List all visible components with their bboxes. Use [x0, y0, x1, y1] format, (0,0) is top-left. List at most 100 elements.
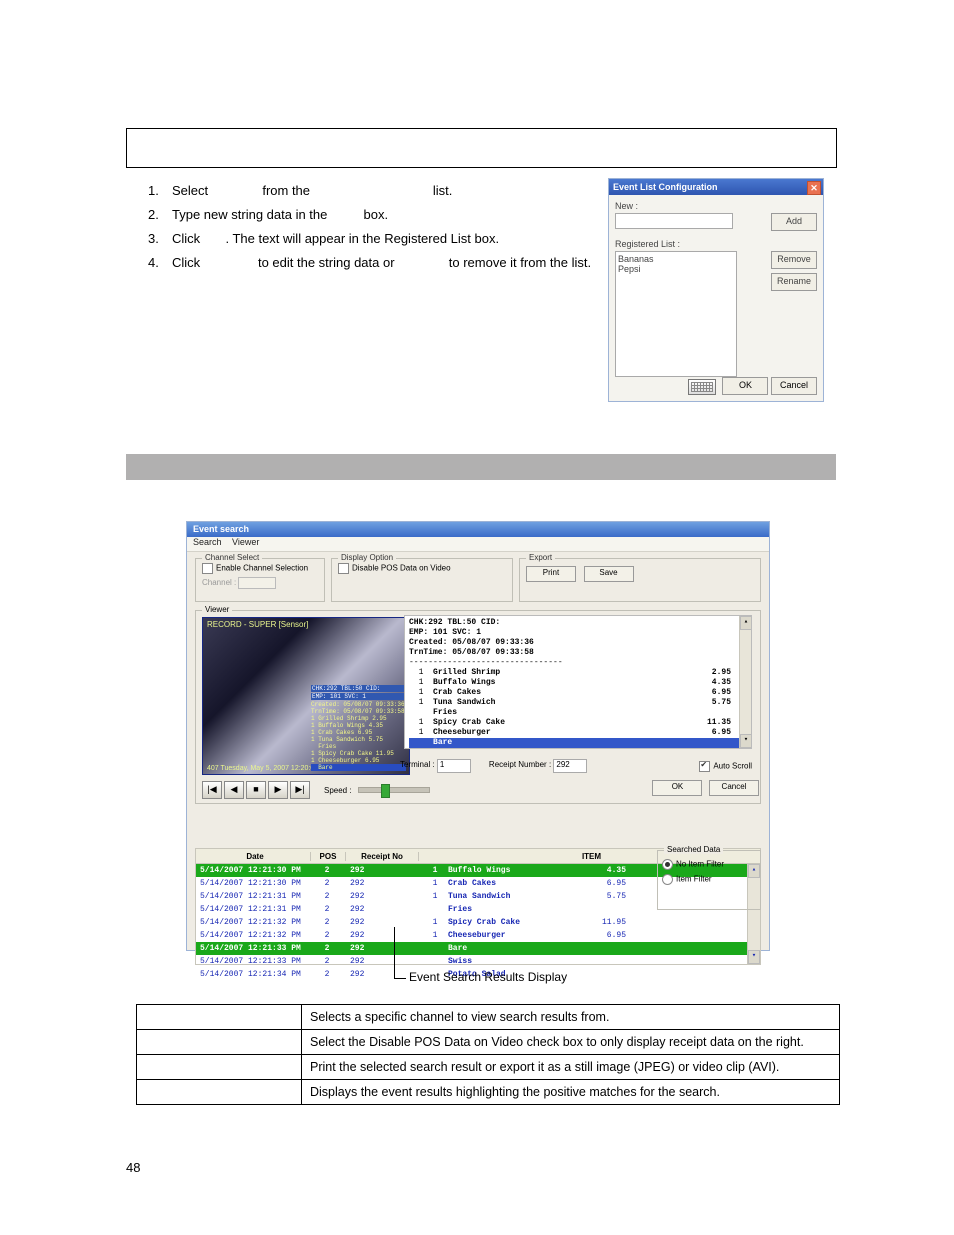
desc-val: Selects a specific channel to view searc…: [302, 1005, 840, 1030]
list-item[interactable]: Pepsi: [618, 264, 734, 274]
last-button[interactable]: ▶|: [290, 781, 310, 799]
autoscroll-label: Auto Scroll: [713, 761, 752, 770]
menu-viewer[interactable]: Viewer: [232, 537, 259, 547]
export-group: Export Print Save: [519, 558, 761, 602]
table-row[interactable]: 5/14/2007 12:21:33 PM2292Swiss: [196, 955, 760, 968]
keyboard-icon[interactable]: [688, 379, 716, 395]
receipt-line: 1 Grilled Shrimp2.95: [409, 668, 747, 678]
receipt-h2: EMP: 101 SVC: 1: [409, 628, 481, 637]
step2-b: box.: [364, 207, 389, 222]
receipt-info-row: Terminal : 1 Receipt Number : 292 Auto S…: [400, 759, 752, 773]
receipt-line: Fries: [409, 708, 747, 718]
camera-image: RECORD - SUPER [Sensor] 407 Tuesday, May…: [202, 617, 410, 775]
col-date[interactable]: Date: [196, 852, 310, 861]
remove-button[interactable]: Remove: [771, 251, 817, 269]
viewer-titlebar: Event search: [187, 522, 769, 537]
new-label: New :: [615, 201, 817, 211]
overlay-receipt: CHK:292 TBL:50 CID: EMP: 101 SVC: 1 Crea…: [311, 685, 406, 771]
playback-controls: |◀ ◀ ■ ▶ ▶| Speed :: [202, 781, 430, 799]
item-filter-label: Item Filter: [676, 875, 712, 884]
step4-a: Click: [172, 255, 200, 270]
prev-button[interactable]: ◀: [224, 781, 244, 799]
enable-channel-label: Enable Channel Selection: [216, 564, 308, 573]
callout-line: [394, 927, 395, 978]
step1-a: Select: [172, 183, 208, 198]
step4-c: to remove it from the list.: [449, 255, 591, 270]
rename-button[interactable]: Rename: [771, 273, 817, 291]
cancel-button[interactable]: Cancel: [771, 377, 817, 395]
overlay-hdr2: EMP: 101 SVC: 1: [311, 693, 406, 700]
first-button[interactable]: |◀: [202, 781, 222, 799]
receipt-line: 1 Crab Cakes6.95: [409, 688, 747, 698]
col-pos[interactable]: POS: [310, 852, 345, 861]
section-bar: [126, 454, 836, 480]
camera-caption: RECORD - SUPER [Sensor]: [207, 620, 308, 629]
save-button[interactable]: Save: [584, 566, 634, 582]
display-option-legend: Display Option: [338, 553, 396, 562]
receipt-panel: CHK:292 TBL:50 CID: EMP: 101 SVC: 1 Crea…: [404, 615, 752, 749]
step1-b: from the: [262, 183, 310, 198]
receipt-line: 1 Tuna Sandwich5.75: [409, 698, 747, 708]
add-button[interactable]: Add: [771, 213, 817, 231]
receipt-line: 1 Spicy Crab Cake11.35: [409, 718, 747, 728]
callout-label: Event Search Results Display: [409, 970, 567, 984]
viewer-cancel-button[interactable]: Cancel: [709, 780, 759, 796]
display-option-group: Display Option Disable POS Data on Video: [331, 558, 513, 602]
menu-search[interactable]: Search: [193, 537, 222, 547]
ok-button[interactable]: OK: [722, 377, 768, 395]
registered-list[interactable]: Bananas Pepsi: [615, 251, 737, 377]
play-button[interactable]: ▶: [268, 781, 288, 799]
enable-channel-checkbox[interactable]: [202, 563, 213, 574]
desc-key: [137, 1055, 302, 1080]
no-item-filter-radio[interactable]: [662, 859, 673, 870]
terminal-label: Terminal :: [400, 760, 435, 769]
desc-val: Select the Disable POS Data on Video che…: [302, 1030, 840, 1055]
page-number: 48: [126, 1160, 140, 1175]
item-filter-radio[interactable]: [662, 874, 673, 885]
searched-data-group: Searched Data No Item Filter Item Filter: [657, 850, 761, 910]
desc-key: [137, 1005, 302, 1030]
channel-select-legend: Channel Select: [202, 553, 262, 562]
step3-b: . The text will appear in the Registered…: [225, 231, 499, 246]
no-item-filter-label: No Item Filter: [676, 860, 724, 869]
speed-slider[interactable]: [358, 787, 430, 793]
channel-dropdown[interactable]: [238, 577, 276, 589]
receipt-h1: CHK:292 TBL:50 CID:: [409, 618, 500, 627]
disable-pos-label: Disable POS Data on Video: [352, 564, 451, 573]
col-receipt[interactable]: Receipt No: [345, 852, 418, 861]
print-button[interactable]: Print: [526, 566, 576, 582]
receipt-line: 1 Cheeseburger6.95: [409, 728, 747, 738]
viewer-area: Viewer RECORD - SUPER [Sensor] 407 Tuesd…: [195, 610, 761, 804]
new-input[interactable]: [615, 213, 733, 229]
disable-pos-checkbox[interactable]: [338, 563, 349, 574]
close-icon[interactable]: ✕: [807, 181, 821, 195]
viewer-menu: Search Viewer: [187, 537, 769, 552]
step4-b: to edit the string data or: [258, 255, 395, 270]
step1-c: list.: [433, 183, 453, 198]
desc-val: Print the selected search result or expo…: [302, 1055, 840, 1080]
autoscroll-checkbox[interactable]: [699, 761, 710, 772]
channel-label: Channel :: [202, 578, 236, 587]
viewer-area-legend: Viewer: [202, 605, 232, 614]
terminal-value: 1: [437, 759, 471, 773]
desc-key: [137, 1080, 302, 1105]
section-header-frame: [126, 128, 837, 168]
table-row[interactable]: 5/14/2007 12:21:32 PM22921Cheeseburger6.…: [196, 929, 760, 942]
registered-list-label: Registered List :: [615, 239, 817, 249]
list-item[interactable]: Bananas: [618, 254, 734, 264]
step2-a: Type new string data in the: [172, 207, 327, 222]
stop-button[interactable]: ■: [246, 781, 266, 799]
table-row[interactable]: 5/14/2007 12:21:32 PM22921Spicy Crab Cak…: [196, 916, 760, 929]
table-row[interactable]: 5/14/2007 12:21:33 PM2292Bare: [196, 942, 760, 955]
receipt-line: 1 Buffalo Wings4.35: [409, 678, 747, 688]
speed-label: Speed :: [324, 786, 352, 795]
steps-list: 1.Select from the list. 2.Type new strin…: [148, 180, 598, 276]
description-table: Selects a specific channel to view searc…: [136, 1004, 840, 1105]
desc-key: [137, 1030, 302, 1055]
filter-legend: Searched Data: [664, 845, 723, 854]
receipt-scrollbar[interactable]: ▴▾: [739, 616, 752, 748]
receipt-line: Swiss: [409, 748, 747, 749]
viewer-ok-button[interactable]: OK: [652, 780, 702, 796]
export-legend: Export: [526, 553, 555, 562]
channel-select-group: Channel Select Enable Channel Selection …: [195, 558, 325, 602]
